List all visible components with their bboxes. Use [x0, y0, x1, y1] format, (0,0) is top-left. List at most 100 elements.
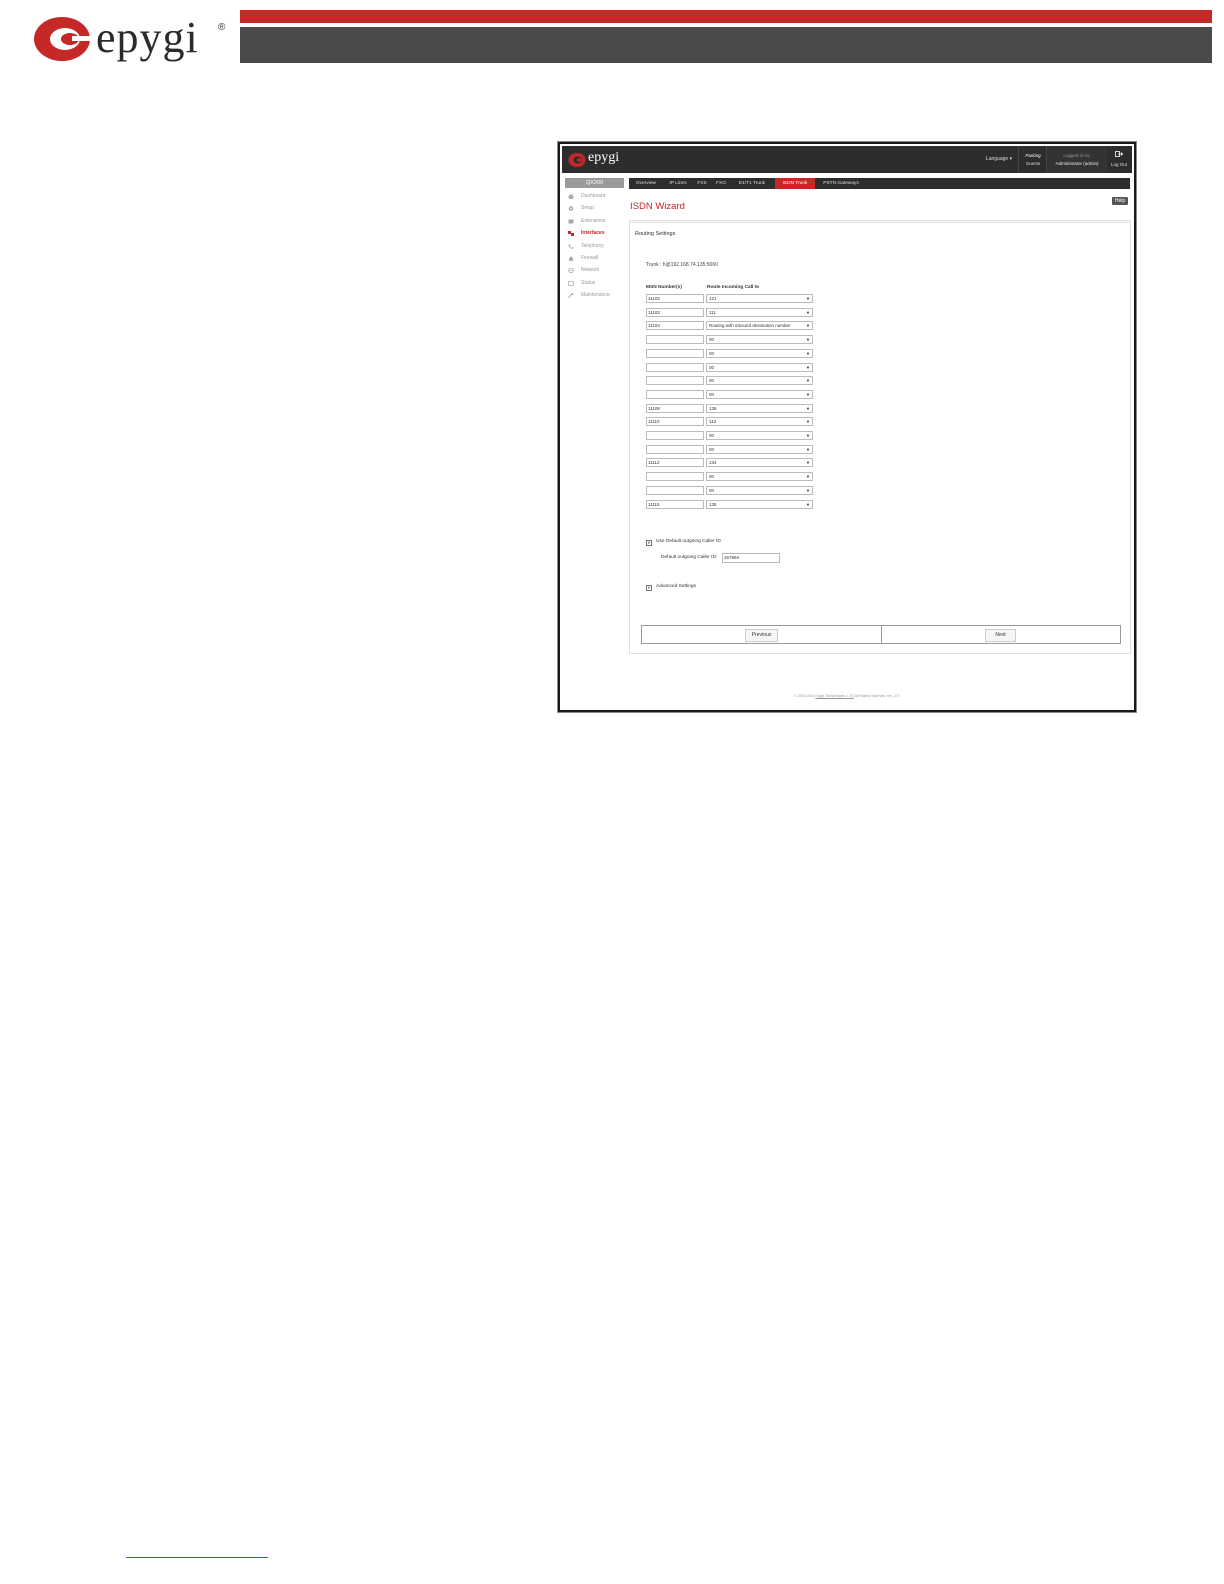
language-label: Language — [985, 156, 1009, 162]
sidebar-item-label: Setup — [581, 205, 595, 212]
interface-tabs: Overview IP Lines FXS FXO E1/T1 Trunk IS… — [629, 178, 1130, 189]
route-value: 111 — [709, 309, 716, 315]
route-select[interactable]: 00 ▼ — [706, 362, 813, 372]
panel-title: Routing Settings — [635, 231, 676, 237]
route-select[interactable]: 00 ▼ — [706, 348, 813, 358]
help-button[interactable]: Help — [1112, 197, 1128, 205]
route-select[interactable]: 00 ▼ — [706, 431, 813, 440]
sidebar-item-maintenance[interactable]: Maintenance — [568, 291, 624, 303]
sidebar-item-status[interactable]: Status — [568, 279, 624, 291]
dropdown-arrow-icon: ▼ — [806, 460, 810, 466]
route-select[interactable]: 00 ▼ — [706, 389, 813, 399]
route-select[interactable]: 00 ▼ — [706, 472, 813, 482]
route-select[interactable]: 00 ▼ — [706, 335, 813, 345]
route-select[interactable]: 00 ▼ — [706, 485, 813, 495]
registered-mark: ® — [218, 22, 226, 33]
web-ui: epygi Language ▾ Parking Guests Logged i… — [562, 146, 1132, 708]
route-value: 00 — [709, 391, 715, 397]
msn-input[interactable] — [646, 431, 704, 440]
sidebar-item-interfaces[interactable]: Interfaces — [568, 229, 624, 241]
footer-company-link[interactable]: Epygi Technologies, LTD — [815, 694, 853, 698]
sidebar-item-dashboard[interactable]: Dashboard — [568, 192, 624, 204]
route-value: 00 — [709, 487, 715, 493]
route-select[interactable]: 136 ▼ — [706, 403, 813, 413]
msn-input[interactable] — [646, 348, 704, 358]
routing-panel: Routing Settings Trunk : h@192.168.74.13… — [629, 222, 1131, 654]
sidebar-item-firewall[interactable]: Firewall — [568, 254, 624, 266]
dropdown-arrow-icon: ▼ — [806, 501, 810, 507]
msn-input[interactable] — [646, 389, 704, 399]
parking-title: Parking — [1025, 153, 1041, 158]
route-value: 121 — [709, 296, 717, 301]
sidebar-item-label: Interfaces — [581, 230, 605, 237]
route-select[interactable]: 135 ▼ — [706, 499, 813, 509]
sidebar-item-label: Maintenance — [581, 292, 610, 299]
sidebar-item-setup[interactable]: Setup — [568, 204, 624, 216]
app-top-bar: epygi Language ▾ Parking Guests Logged i… — [562, 146, 1132, 173]
sidebar-item-extensions[interactable]: Extensions — [568, 217, 624, 229]
tab-fxs[interactable]: FXS — [695, 178, 709, 189]
language-dropdown[interactable]: Language ▾ — [982, 156, 1016, 166]
route-value: 135 — [709, 501, 717, 507]
msn-input[interactable] — [646, 444, 704, 454]
trunk-label: Trunk : h@192.168.74.135:5060 — [646, 262, 718, 268]
route-value: 134 — [709, 460, 717, 466]
button-divider — [881, 626, 882, 643]
caller-id-input[interactable]: 267894 — [722, 553, 780, 563]
route-select[interactable]: 134 ▼ — [706, 458, 813, 468]
sidebar-item-network[interactable]: Network — [568, 266, 624, 278]
logout-button[interactable]: Log Out — [1108, 146, 1130, 173]
tab-e1t1-trunk[interactable]: E1/T1 Trunk — [733, 178, 771, 189]
dropdown-arrow-icon: ▼ — [806, 487, 810, 493]
sidebar-item-label: Telephony — [581, 242, 604, 249]
msn-input[interactable]: 11102 — [646, 294, 704, 303]
route-select[interactable]: Routing with inbound destination number ▼ — [706, 321, 813, 331]
route-select[interactable]: 00 ▼ — [706, 444, 813, 454]
route-select[interactable]: 111 ▼ — [706, 307, 813, 317]
msn-input[interactable] — [646, 485, 704, 495]
route-value: 00 — [709, 474, 715, 480]
advanced-settings-label: Advanced Settings — [656, 584, 697, 589]
user-info: Logged in As: Administrator (admin) — [1046, 146, 1107, 173]
next-button[interactable]: Next — [985, 629, 1016, 642]
tab-overview[interactable]: Overview — [631, 178, 661, 189]
msn-input[interactable]: 11103 — [646, 307, 704, 317]
default-caller-id-checkbox[interactable]: ✔ — [646, 540, 652, 546]
logout-icon — [1115, 151, 1123, 157]
msn-input[interactable]: 11115 — [646, 499, 704, 509]
dropdown-arrow-icon: ▼ — [806, 350, 810, 356]
caller-id-field-label: Default outgoing Caller ID: — [661, 555, 718, 560]
sidebar-item-label: Network — [581, 267, 600, 274]
wizard-button-bar: Previous Next — [641, 625, 1121, 644]
document-link-underline[interactable] — [126, 1557, 268, 1558]
dropdown-arrow-icon: ▼ — [806, 309, 810, 315]
route-value: 113 — [709, 419, 717, 425]
msn-input[interactable] — [646, 335, 704, 345]
route-value: 00 — [709, 337, 715, 343]
msn-input[interactable]: 11110 — [646, 417, 704, 427]
logo-wordmark: epygi — [96, 13, 199, 62]
dropdown-arrow-icon: ▼ — [806, 296, 810, 301]
tab-pstn-gateways[interactable]: PSTN Gateways — [819, 178, 863, 189]
device-model: QX200 — [565, 178, 624, 188]
route-select[interactable]: 113 ▼ — [706, 417, 813, 427]
sidebar-item-telephony[interactable]: Telephony — [568, 242, 624, 254]
previous-button[interactable]: Previous — [745, 629, 778, 642]
tab-fxo[interactable]: FXO — [713, 178, 729, 189]
route-select[interactable]: 00 ▼ — [706, 376, 813, 386]
interfaces-icon — [568, 231, 574, 237]
parking-guests[interactable]: Parking Guests — [1018, 146, 1047, 173]
title-divider — [629, 220, 1131, 221]
msn-input[interactable] — [646, 362, 704, 372]
msn-input[interactable]: 11112 — [646, 458, 704, 468]
msn-input[interactable] — [646, 376, 704, 386]
msn-input[interactable]: 11108 — [646, 403, 704, 413]
msn-input[interactable] — [646, 472, 704, 482]
msn-input[interactable]: 11104 — [646, 321, 704, 331]
checkmark-icon: ✔ — [647, 540, 651, 545]
tab-isdn-trunk[interactable]: ISDN Trunk — [775, 178, 815, 189]
logout-label: Log Out — [1110, 162, 1127, 167]
tab-ip-lines[interactable]: IP Lines — [665, 178, 691, 189]
route-select[interactable]: 121 ▼ — [706, 294, 813, 303]
advanced-settings-checkbox[interactable]: ✔ — [646, 585, 652, 591]
